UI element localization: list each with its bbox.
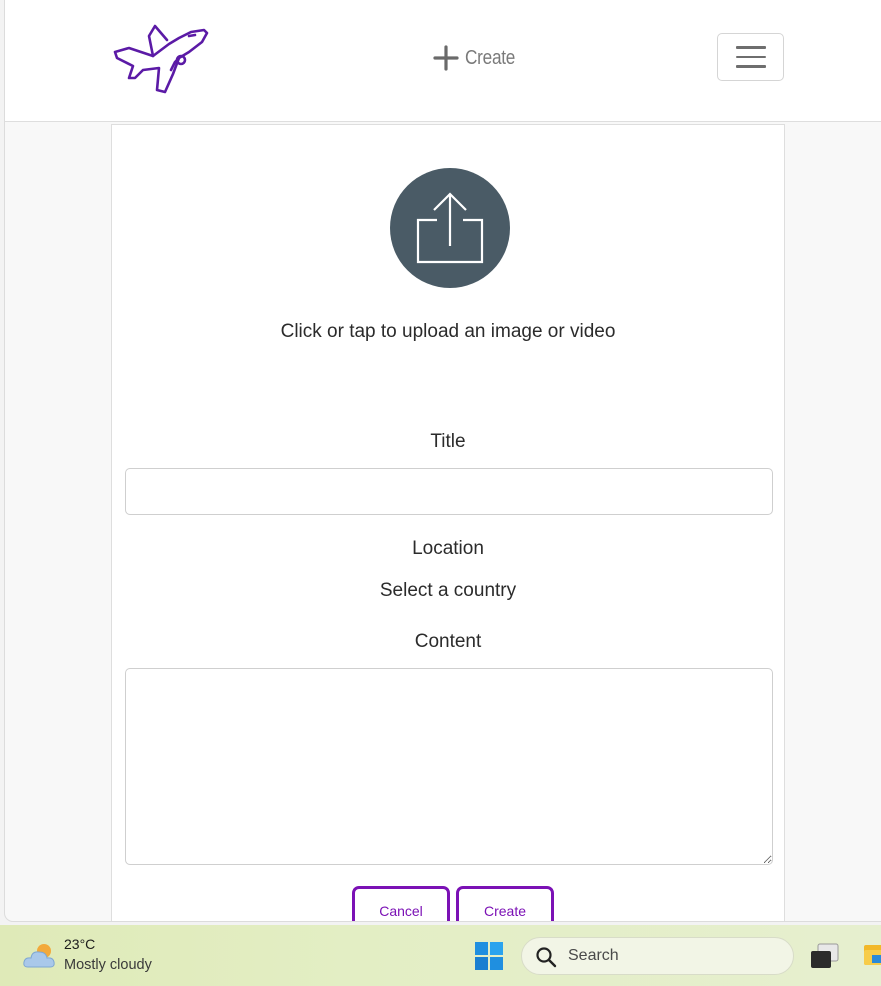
upload-instructions[interactable]: Click or tap to upload an image or video (112, 321, 784, 343)
content-label: Content (414, 631, 482, 652)
navbar: Create (5, 0, 881, 122)
weather-description[interactable]: Mostly cloudy (64, 957, 152, 973)
nav-create-link[interactable]: Create (433, 43, 523, 73)
hamburger-icon (735, 46, 766, 49)
search-icon (536, 947, 557, 968)
hamburger-line (735, 65, 766, 68)
upload-icon (416, 192, 484, 264)
plus-icon (433, 45, 459, 71)
browser-window: Create Click or tap to upload an image o… (5, 0, 881, 921)
create-button[interactable]: Create (456, 886, 554, 921)
windows-start-icon[interactable] (474, 941, 504, 971)
taskbar-search[interactable]: Search (521, 937, 794, 975)
title-label: Title (430, 431, 466, 452)
weather-temperature[interactable]: 23°C (64, 936, 95, 952)
title-input[interactable] (125, 468, 773, 515)
search-placeholder: Search (568, 947, 619, 964)
cancel-button[interactable]: Cancel (352, 886, 450, 921)
country-select[interactable]: Select a country (112, 580, 784, 602)
file-explorer-icon[interactable] (862, 941, 881, 969)
content-textarea[interactable] (125, 668, 773, 865)
upload-button[interactable] (390, 168, 510, 288)
location-label: Location (412, 538, 484, 559)
create-post-card: Click or tap to upload an image or video… (111, 124, 785, 921)
taskbar: 23°C Mostly cloudy Search (0, 925, 881, 986)
menu-toggle-button[interactable] (717, 33, 784, 81)
airplane-icon[interactable] (109, 22, 213, 94)
task-view-icon[interactable] (808, 941, 842, 971)
nav-create-label: Create (465, 46, 516, 69)
partly-cloudy-icon[interactable] (22, 941, 58, 971)
hamburger-line (735, 55, 766, 59)
